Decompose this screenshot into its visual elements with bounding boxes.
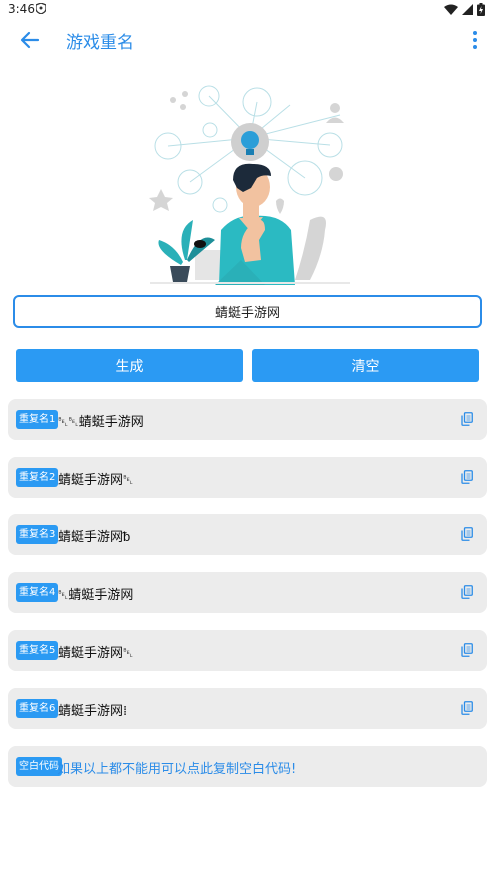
copy-icon[interactable] [461, 585, 473, 599]
result-row[interactable]: 重复名1 ␇␇蜻蜓手游网 [8, 399, 487, 440]
wifi-icon [444, 4, 458, 15]
result-text: 蜻蜓手游网␇ [58, 646, 134, 661]
clear-button[interactable]: 清空 [252, 349, 479, 382]
status-time: 3:46 [8, 2, 35, 16]
result-text: ␇␇蜻蜓手游网 [58, 415, 144, 430]
system-icons [444, 3, 485, 16]
copy-icon[interactable] [461, 643, 473, 657]
generate-button[interactable]: 生成 [16, 349, 243, 382]
result-row[interactable]: 重复名2 蜻蜓手游网␇ [8, 457, 487, 498]
result-badge: 重复名1 [16, 410, 59, 429]
blank-code-row[interactable]: 空白代码 如果以上都不能用可以点此复制空白代码! [8, 746, 487, 787]
result-text: 蜻蜓手游网ᵬ [58, 530, 131, 545]
result-text: 蜻蜓手游网⁞ [58, 704, 128, 719]
result-badge: 重复名6 [16, 699, 59, 718]
more-options-icon[interactable] [471, 29, 479, 51]
result-text: 蜻蜓手游网␇ [58, 473, 134, 488]
result-row[interactable]: 重复名5 蜻蜓手游网␇ [8, 630, 487, 671]
result-badge: 重复名5 [16, 641, 59, 660]
signal-icon [462, 4, 473, 15]
thinking-person-illustration [149, 85, 350, 285]
result-badge: 重复名2 [16, 468, 59, 487]
result-badge: 重复名3 [16, 525, 59, 544]
copy-icon[interactable] [461, 701, 473, 715]
app-bar: 游戏重名 [0, 20, 495, 60]
blank-code-text: 如果以上都不能用可以点此复制空白代码! [57, 762, 297, 777]
back-arrow-icon[interactable] [18, 28, 42, 52]
result-badge: 重复名4 [16, 583, 59, 602]
blank-code-badge: 空白代码 [16, 757, 62, 776]
status-bar: 3:46 [0, 0, 495, 20]
result-row[interactable]: 重复名4 ␇蜻蜓手游网 [8, 572, 487, 613]
result-row[interactable]: 重复名3 蜻蜓手游网ᵬ [8, 514, 487, 555]
result-text: ␇蜻蜓手游网 [58, 588, 134, 603]
name-input[interactable] [13, 295, 482, 328]
page-title: 游戏重名 [66, 33, 134, 53]
copy-icon[interactable] [461, 470, 473, 484]
result-row[interactable]: 重复名6 蜻蜓手游网⁞ [8, 688, 487, 729]
battery-icon [477, 3, 485, 16]
copy-icon[interactable] [461, 527, 473, 541]
shield-icon [36, 3, 46, 14]
copy-icon[interactable] [461, 412, 473, 426]
